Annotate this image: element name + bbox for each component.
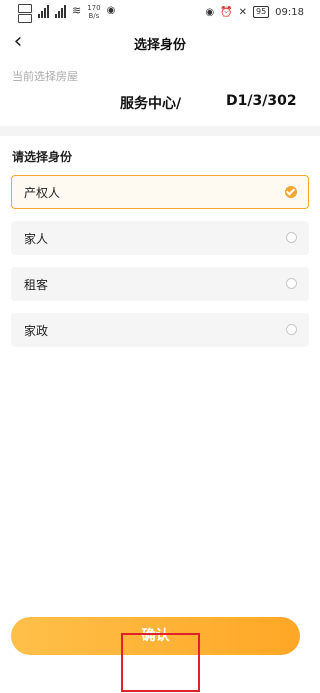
status-right: ◉ ⏰ ✕ 95 09:18 bbox=[205, 6, 304, 18]
net-speed-unit: B/s bbox=[88, 12, 100, 20]
battery-icon: 95 bbox=[252, 6, 270, 18]
identity-option-tenant[interactable]: 租客 bbox=[11, 267, 309, 301]
eye-icon: ◉ bbox=[205, 6, 215, 18]
current-house-name: 服务中心/ bbox=[120, 96, 182, 112]
sim2-icon bbox=[18, 14, 32, 23]
identity-option-housekeeping[interactable]: 家政 bbox=[11, 313, 309, 347]
alarm-icon: ⏰ bbox=[220, 6, 233, 18]
current-house-unit: D1/3/302 bbox=[226, 93, 297, 109]
net-speed: 170 B/s bbox=[87, 4, 100, 20]
signal-icon bbox=[38, 4, 49, 18]
identity-option-family[interactable]: 家人 bbox=[11, 221, 309, 255]
option-label: 家人 bbox=[24, 232, 49, 246]
radio-unchecked-icon bbox=[286, 278, 297, 289]
status-bar: ≋ 170 B/s ◉ ◉ ⏰ ✕ 95 09:18 bbox=[0, 0, 320, 26]
page-title: 选择身份 bbox=[133, 38, 186, 53]
notification-icon: ◉ bbox=[106, 5, 116, 16]
mute-icon: ✕ bbox=[238, 6, 247, 18]
sim-icon bbox=[18, 4, 32, 23]
option-label: 产权人 bbox=[24, 186, 61, 200]
status-left: ≋ 170 B/s ◉ bbox=[18, 4, 115, 23]
radio-unchecked-icon bbox=[286, 232, 297, 243]
wifi-icon: ≋ bbox=[72, 4, 82, 17]
radio-checked-icon bbox=[285, 186, 297, 198]
option-label: 租客 bbox=[24, 278, 49, 292]
option-label: 家政 bbox=[24, 324, 49, 338]
highlight-box bbox=[121, 633, 200, 692]
signal2-icon bbox=[55, 4, 66, 18]
section-divider bbox=[0, 126, 320, 136]
clock: 09:18 bbox=[275, 6, 304, 18]
nav-bar: ‹ 选择身份 bbox=[0, 26, 320, 58]
identity-option-owner[interactable]: 产权人 bbox=[11, 175, 309, 209]
current-house-label: 当前选择房屋 bbox=[12, 70, 78, 83]
radio-unchecked-icon bbox=[286, 324, 297, 335]
identity-section-title: 请选择身份 bbox=[12, 150, 73, 164]
sim1-icon bbox=[18, 4, 32, 13]
net-speed-value: 170 bbox=[87, 4, 101, 12]
